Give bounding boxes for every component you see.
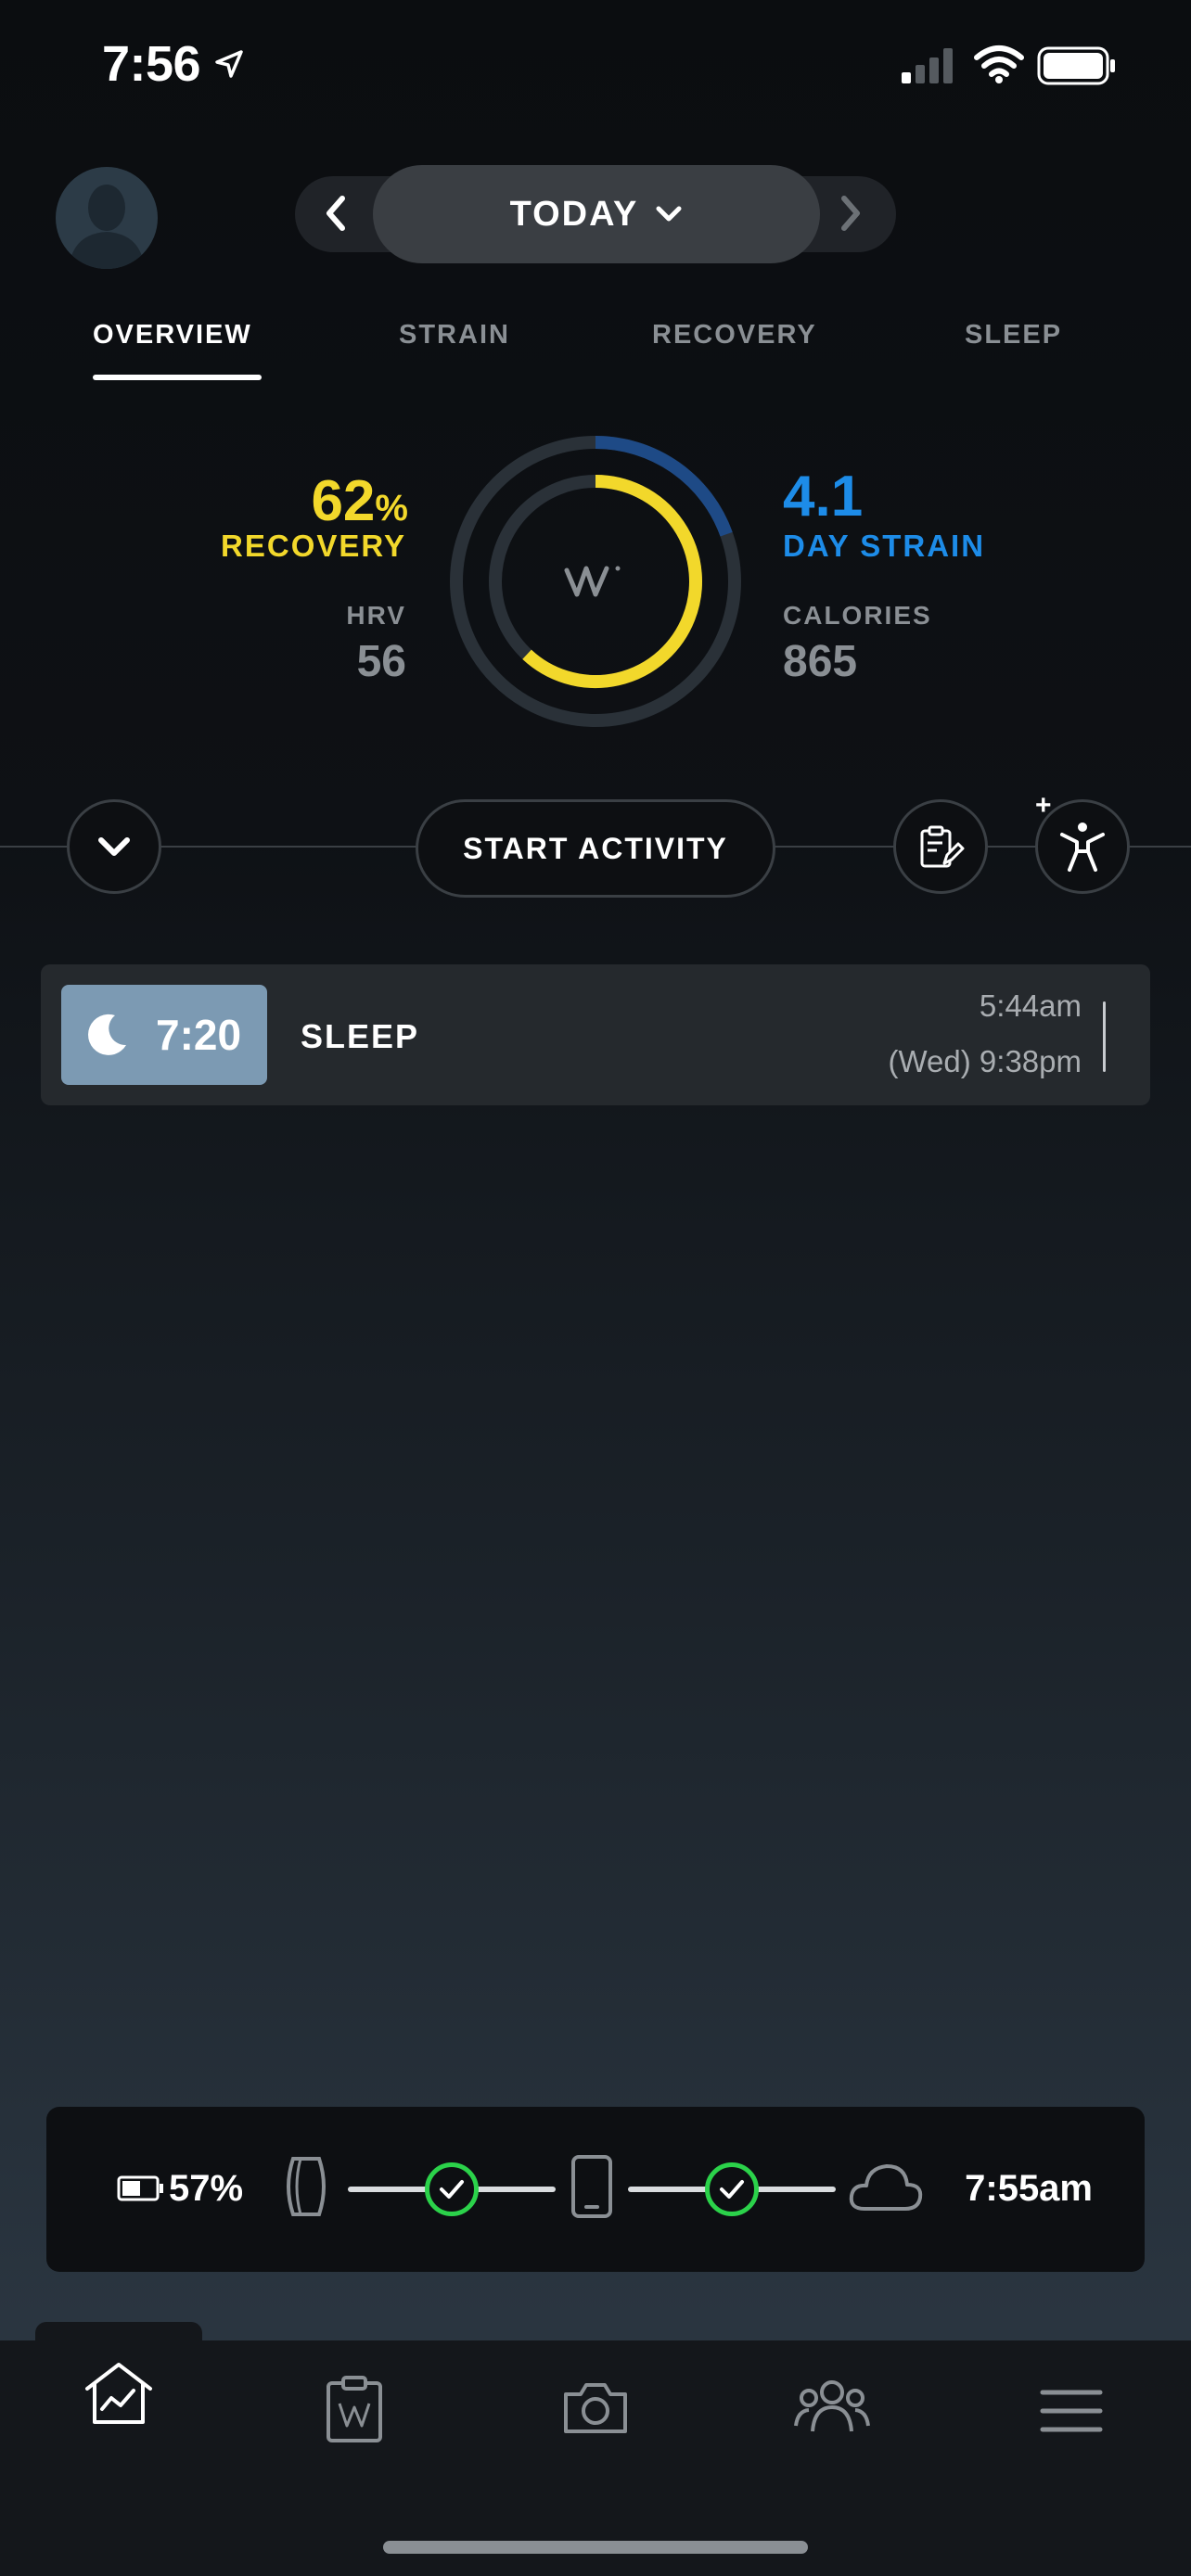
start-activity-button[interactable]: START ACTIVITY <box>416 799 775 898</box>
chevron-down-icon <box>656 206 682 222</box>
recovery-ring-arc <box>522 475 702 688</box>
wifi-icon <box>974 45 1024 83</box>
date-label: TODAY <box>509 194 639 234</box>
collapse-button[interactable] <box>67 799 161 894</box>
hrv-label: HRV <box>346 601 406 630</box>
sleep-start-time: (Wed) 9:38pm <box>888 1044 1082 1078</box>
sleep-duration-badge: 7:20 <box>61 985 267 1085</box>
cloud-icon <box>849 2164 923 2211</box>
strap-icon <box>287 2157 326 2216</box>
profile-silhouette-icon <box>69 185 145 269</box>
status-time: 7:56 <box>102 36 201 92</box>
tab-overview[interactable]: OVERVIEW <box>93 320 252 351</box>
date-selector-button[interactable]: TODAY <box>373 165 820 263</box>
chevron-down-icon <box>98 837 130 856</box>
location-arrow-icon <box>215 50 243 78</box>
journal-icon[interactable] <box>325 2374 384 2444</box>
phone-icon <box>571 2155 612 2218</box>
community-icon[interactable] <box>794 2378 870 2435</box>
sleep-end-time: 5:44am <box>979 988 1082 1023</box>
sleep-duration: 7:20 <box>156 1011 242 1059</box>
strap-battery-icon <box>117 2175 163 2201</box>
chevron-left-icon[interactable] <box>320 193 352 234</box>
day-strain-value[interactable]: 4.1 <box>783 464 863 529</box>
whoop-logo-icon <box>564 566 621 597</box>
person-activity-icon <box>1060 823 1105 872</box>
home-icon[interactable] <box>82 2361 156 2428</box>
moon-icon <box>88 1014 126 1055</box>
recovery-label: RECOVERY <box>221 529 406 563</box>
recovery-value: 62 <box>311 469 376 533</box>
clipboard-edit-icon <box>920 825 965 868</box>
calories-value: 865 <box>783 637 858 686</box>
tab-sleep[interactable]: SLEEP <box>965 320 1062 351</box>
sleep-title: SLEEP <box>301 1017 420 1055</box>
avatar[interactable] <box>56 167 158 269</box>
calories-label: CALORIES <box>783 601 932 630</box>
check-icon <box>720 2180 744 2199</box>
strap-battery-percent: 57% <box>169 2168 244 2209</box>
cloud-sync-check <box>705 2162 759 2216</box>
battery-icon <box>1037 46 1115 85</box>
recovery-strain-rings[interactable] <box>447 433 744 730</box>
sleep-timeline-marker <box>1103 1001 1106 1072</box>
journal-button[interactable] <box>893 799 988 894</box>
hrv-value: 56 <box>356 637 406 686</box>
active-tab-indicator <box>93 375 262 380</box>
recovery-score[interactable]: 62% <box>311 468 408 534</box>
tab-recovery[interactable]: RECOVERY <box>652 320 817 351</box>
check-icon <box>440 2180 464 2199</box>
menu-icon[interactable] <box>1039 2387 1104 2435</box>
chevron-right-icon[interactable] <box>835 193 866 234</box>
add-indicator: + <box>1035 790 1052 821</box>
home-indicator[interactable] <box>383 2541 808 2554</box>
last-sync-time: 7:55am <box>965 2168 1093 2209</box>
tab-strain[interactable]: STRAIN <box>399 320 510 351</box>
cellular-signal-icon <box>902 48 953 83</box>
recovery-unit: % <box>375 488 408 529</box>
strap-sync-check <box>425 2162 479 2216</box>
camera-icon[interactable] <box>560 2379 631 2437</box>
day-strain-label: DAY STRAIN <box>783 529 986 563</box>
